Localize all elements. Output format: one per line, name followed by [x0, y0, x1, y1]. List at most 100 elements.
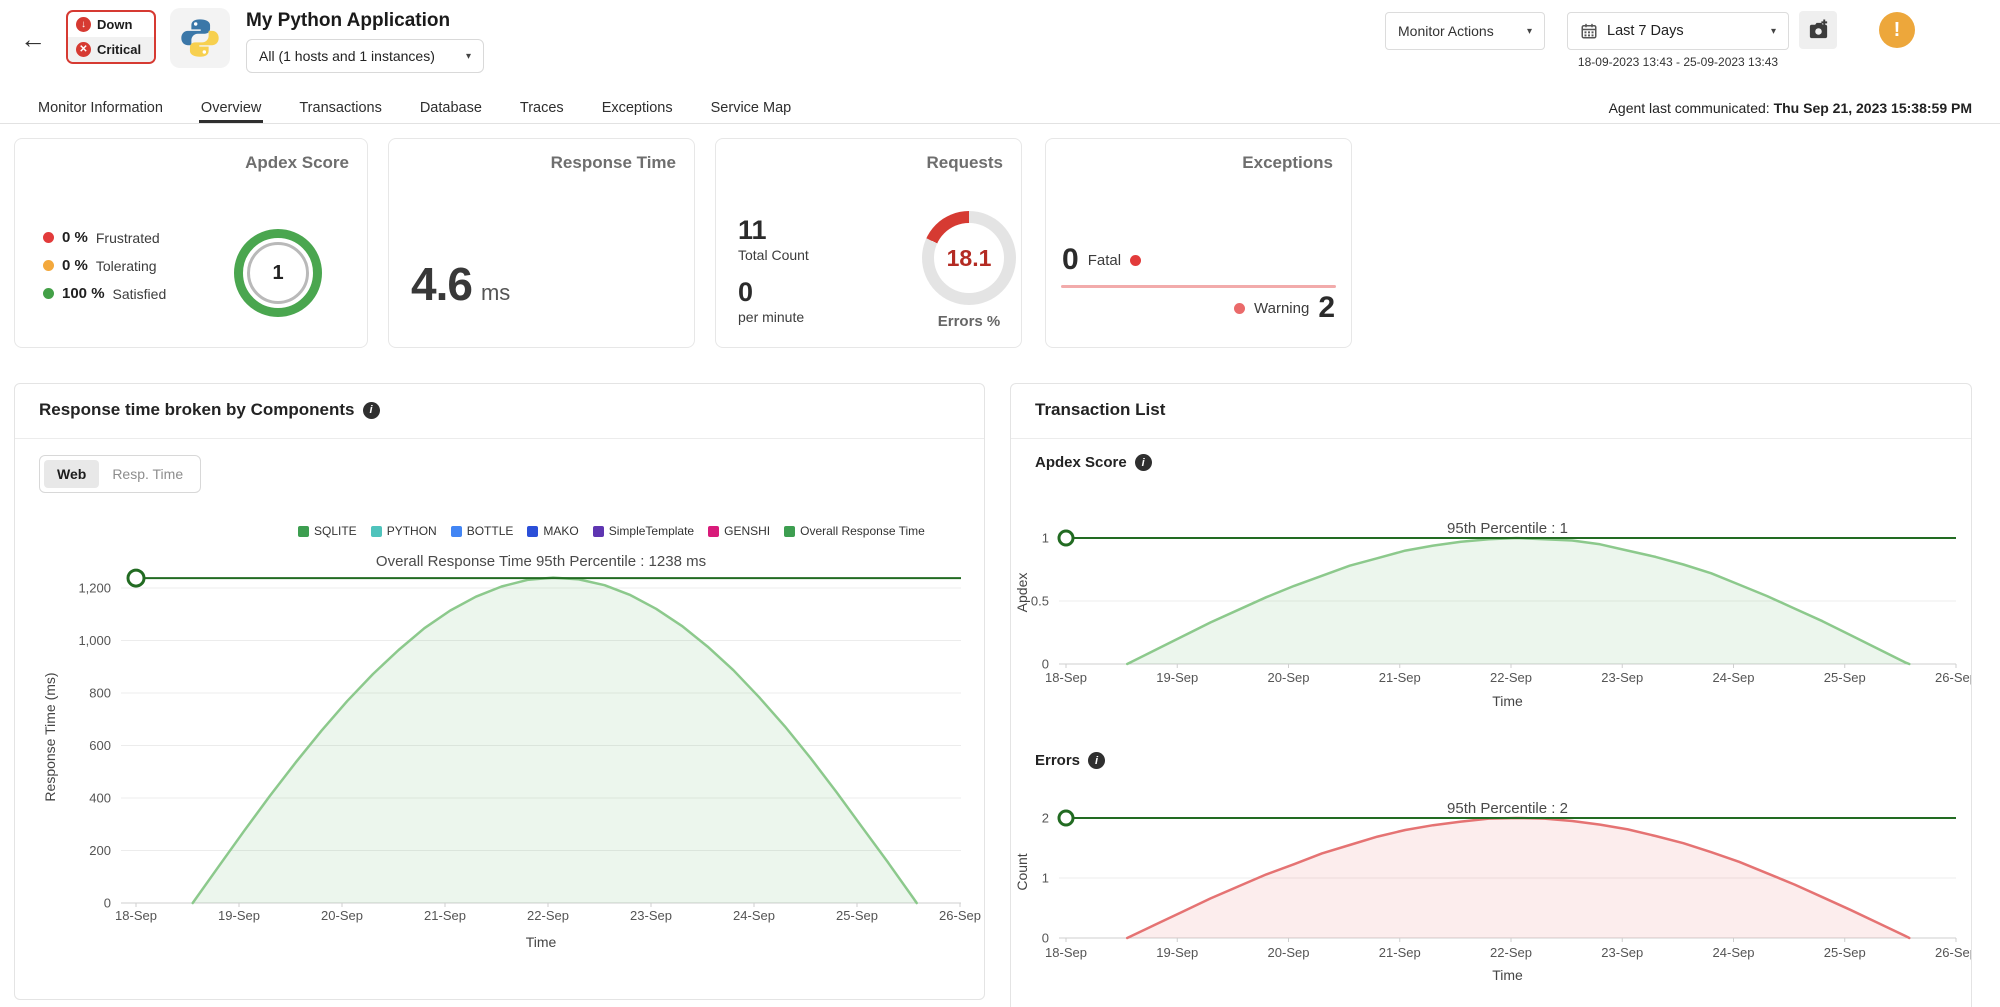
chart-legend-item[interactable]: SQLITE — [298, 524, 357, 538]
svg-text:25-Sep: 25-Sep — [1824, 670, 1866, 685]
legend-swatch — [708, 526, 719, 537]
info-icon[interactable]: i — [1088, 752, 1105, 769]
title-block: My Python Application All (1 hosts and 1… — [246, 10, 484, 73]
python-logo — [170, 8, 230, 68]
svg-text:0: 0 — [1042, 931, 1049, 946]
svg-text:Time: Time — [1492, 693, 1523, 709]
svg-text:21-Sep: 21-Sep — [1379, 670, 1421, 685]
legend-name: SQLITE — [314, 524, 357, 538]
warning-badge[interactable]: ! — [1879, 12, 1915, 48]
errors-chart: 01218-Sep19-Sep20-Sep21-Sep22-Sep23-Sep2… — [1011, 791, 1972, 991]
svg-text:2: 2 — [1042, 811, 1049, 826]
card-title: Requests — [926, 153, 1003, 173]
svg-text:800: 800 — [89, 686, 111, 701]
hosts-instances-label: All (1 hosts and 1 instances) — [259, 48, 435, 64]
tab-transactions[interactable]: Transactions — [297, 96, 383, 123]
legend-swatch — [527, 526, 538, 537]
response-time-card: Response Time 4.6 ms — [388, 138, 695, 348]
chart-legend-item[interactable]: GENSHI — [708, 524, 770, 538]
status-down-label: Down — [97, 17, 132, 32]
svg-text:18-Sep: 18-Sep — [1045, 945, 1087, 960]
svg-text:25-Sep: 25-Sep — [1824, 945, 1866, 960]
chart-legend-item[interactable]: Overall Response Time — [784, 524, 925, 538]
apdex-chart: 00.5118-Sep19-Sep20-Sep21-Sep22-Sep23-Se… — [1011, 506, 1972, 711]
legend-percent: 0 % — [62, 257, 88, 274]
web-resptime-toggle: WebResp. Time — [39, 455, 201, 493]
legend-name: PYTHON — [387, 524, 437, 538]
svg-text:20-Sep: 20-Sep — [1268, 945, 1310, 960]
toggle-option-resp-time[interactable]: Resp. Time — [99, 460, 196, 488]
svg-text:1: 1 — [1042, 531, 1049, 546]
exceptions-sparkline — [1061, 285, 1336, 288]
svg-text:200: 200 — [89, 843, 111, 858]
legend-dot — [43, 288, 54, 299]
legend-swatch — [298, 526, 309, 537]
calendar-icon — [1580, 22, 1598, 40]
agent-value: Thu Sep 21, 2023 15:38:59 PM — [1774, 100, 1972, 116]
svg-text:23-Sep: 23-Sep — [1601, 670, 1643, 685]
chevron-down-icon: ▾ — [1527, 26, 1532, 37]
apdex-score-section-label: Apdex Score i — [1035, 454, 1152, 471]
status-critical-label: Critical — [97, 42, 141, 57]
apdex-legend-row: 0 % Frustrated — [43, 229, 166, 246]
time-range-dropdown[interactable]: Last 7 Days ▾ — [1567, 12, 1789, 50]
back-button[interactable]: ← — [20, 26, 46, 52]
status-down: ↓ Down — [68, 12, 154, 37]
agent-label: Agent last communicated: — [1609, 100, 1770, 116]
legend-label: Frustrated — [96, 230, 160, 246]
tab-exceptions[interactable]: Exceptions — [600, 96, 675, 123]
total-count-label: Total Count — [738, 247, 809, 263]
card-title: Exceptions — [1242, 153, 1333, 173]
tab-monitor-information[interactable]: Monitor Information — [36, 96, 165, 123]
errors-percent-label: Errors % — [921, 313, 1017, 330]
chevron-down-icon: ▾ — [466, 51, 471, 62]
hosts-instances-dropdown[interactable]: All (1 hosts and 1 instances) ▾ — [246, 39, 484, 73]
svg-text:Count: Count — [1014, 853, 1030, 890]
divider — [15, 438, 984, 439]
apdex-legend: 0 %Frustrated0 %Tolerating100 %Satisfied — [43, 229, 166, 313]
legend-dot — [43, 260, 54, 271]
toggle-option-web[interactable]: Web — [44, 460, 99, 488]
tab-overview[interactable]: Overview — [199, 96, 263, 123]
svg-text:24-Sep: 24-Sep — [733, 908, 775, 923]
requests-counts: 11 Total Count 0 per minute — [738, 217, 809, 325]
requests-card: Requests 11 Total Count 0 per minute 18.… — [715, 138, 1022, 348]
monitor-actions-dropdown[interactable]: Monitor Actions ▾ — [1385, 12, 1545, 50]
legend-name: MAKO — [543, 524, 578, 538]
screenshot-camera-button[interactable] — [1799, 11, 1837, 49]
warning-row: Warning 2 — [1234, 293, 1335, 323]
svg-text:Apdex: Apdex — [1014, 573, 1030, 613]
chart-legend-item[interactable]: MAKO — [527, 524, 578, 538]
chart-legend-item[interactable]: SimpleTemplate — [593, 524, 694, 538]
chart-legend-item[interactable]: PYTHON — [371, 524, 437, 538]
svg-text:19-Sep: 19-Sep — [218, 908, 260, 923]
tab-traces[interactable]: Traces — [518, 96, 566, 123]
warning-value: 2 — [1318, 293, 1335, 323]
errors-percent-value: 18.1 — [934, 223, 1004, 293]
monitor-status-box: ↓ Down ✕ Critical — [66, 10, 156, 64]
svg-text:18-Sep: 18-Sep — [115, 908, 157, 923]
svg-text:26-Sep: 26-Sep — [1935, 670, 1972, 685]
legend-swatch — [784, 526, 795, 537]
chart-legend-item[interactable]: BOTTLE — [451, 524, 514, 538]
svg-text:24-Sep: 24-Sep — [1713, 945, 1755, 960]
svg-text:26-Sep: 26-Sep — [939, 908, 981, 923]
apdex-score-card: Apdex Score 0 %Frustrated0 %Tolerating10… — [14, 138, 368, 348]
critical-x-icon: ✕ — [76, 42, 91, 57]
card-title: Apdex Score — [245, 153, 349, 173]
tab-database[interactable]: Database — [418, 96, 484, 123]
components-chart: 02004006008001,0001,20018-Sep19-Sep20-Se… — [15, 546, 981, 966]
tab-service-map[interactable]: Service Map — [709, 96, 794, 123]
legend-percent: 0 % — [62, 229, 88, 246]
card-title: Response Time — [551, 153, 676, 173]
response-time-components-panel: Response time broken by Components i Web… — [14, 383, 985, 1000]
response-time-number: 4.6 — [411, 257, 472, 311]
svg-text:1,000: 1,000 — [78, 633, 111, 648]
legend-name: Overall Response Time — [800, 524, 925, 538]
status-critical: ✕ Critical — [68, 37, 154, 62]
tab-bar: Monitor Information Overview Transactions D… — [0, 96, 2000, 124]
info-icon[interactable]: i — [1135, 454, 1152, 471]
fatal-dot — [1130, 255, 1141, 266]
agent-last-communicated: Agent last communicated: Thu Sep 21, 202… — [1609, 100, 1972, 116]
info-icon[interactable]: i — [363, 402, 380, 419]
